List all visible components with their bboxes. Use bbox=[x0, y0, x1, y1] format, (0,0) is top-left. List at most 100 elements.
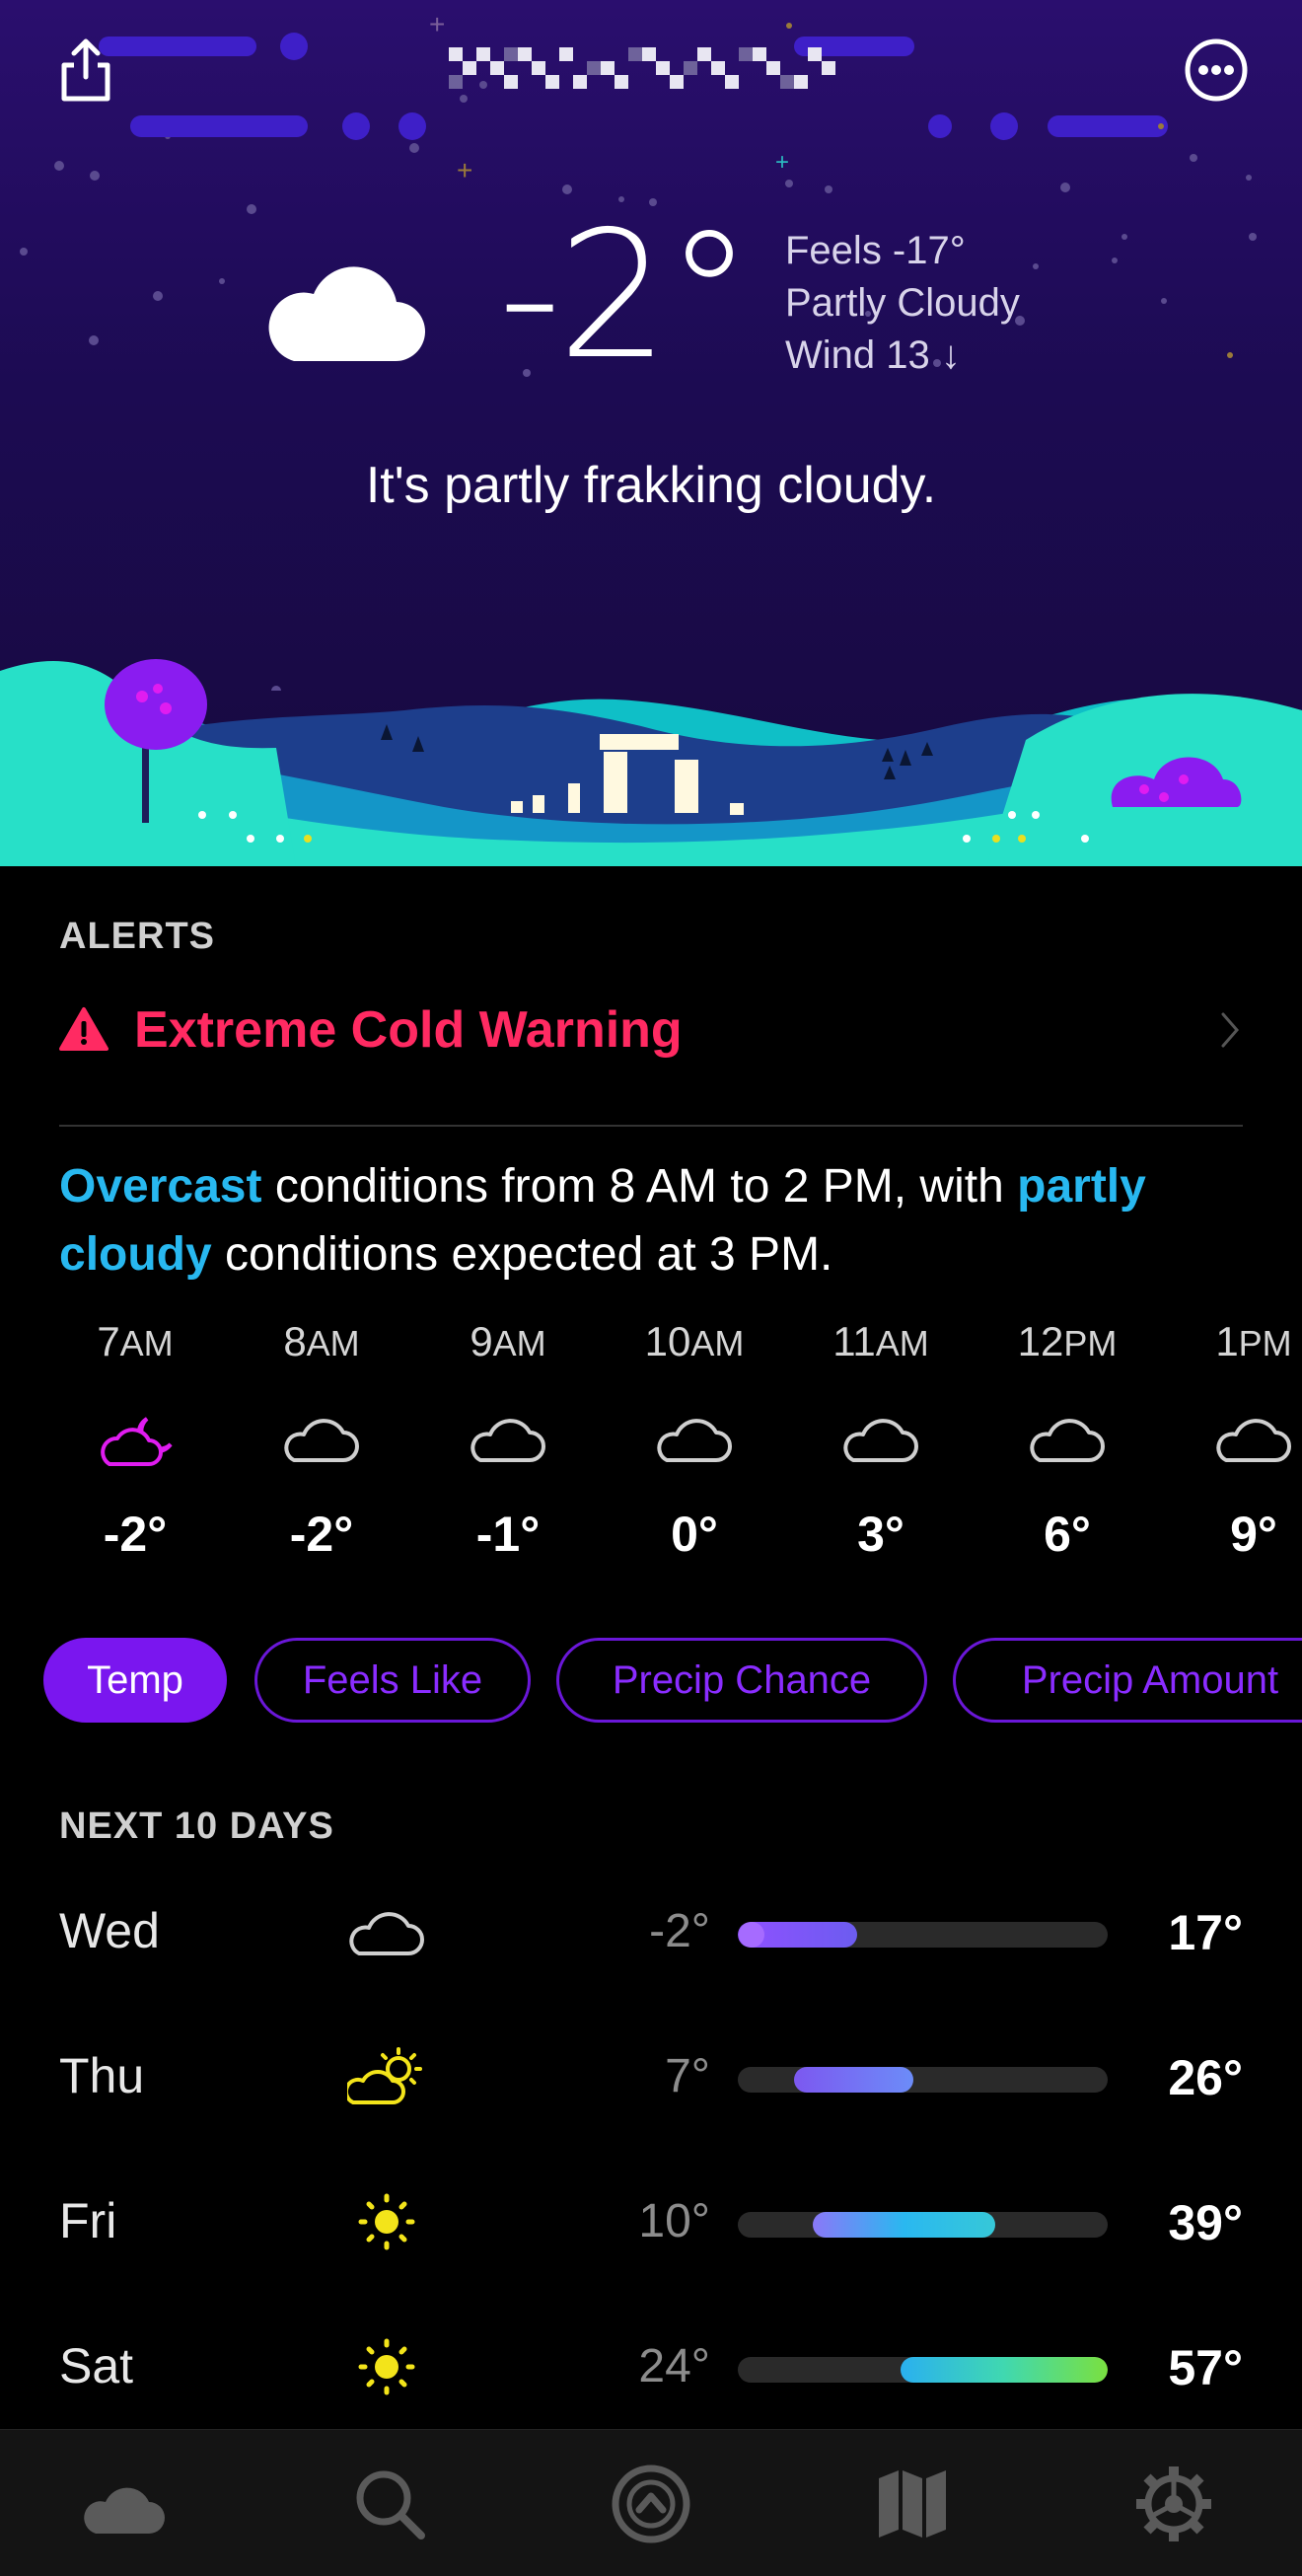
hour-column: 9AM -1° bbox=[434, 1312, 582, 1563]
alerts-title: ALERTS bbox=[59, 916, 215, 957]
alert-extreme-cold-warning[interactable]: Extreme Cold Warning bbox=[59, 994, 1243, 1066]
sun-icon bbox=[358, 2193, 415, 2250]
ellipsis-circle-icon bbox=[1185, 38, 1248, 102]
landscape-illustration bbox=[0, 659, 1302, 866]
day-low-temp: -2° bbox=[649, 1905, 710, 1957]
summary-text-2: conditions expected at 3 PM. bbox=[211, 1228, 833, 1281]
cloud-icon bbox=[657, 1419, 732, 1462]
graph-type-selector: Temp Feels Like Precip Chance Precip Amo… bbox=[43, 1638, 1302, 1729]
hour-temp: -2° bbox=[289, 1507, 354, 1562]
hour-label: 10AM bbox=[644, 1318, 745, 1364]
svg-text:+: + bbox=[775, 149, 789, 176]
gear-icon bbox=[1136, 2466, 1211, 2541]
search-icon bbox=[356, 2470, 425, 2539]
day-row[interactable]: Thu 7° 26° bbox=[0, 2027, 1302, 2126]
cloud-icon bbox=[349, 1912, 424, 1955]
current-details: Feels -17° Partly Cloudy Wind 13 ↓ bbox=[785, 225, 1020, 382]
share-icon bbox=[61, 38, 110, 102]
day-high-temp: 26° bbox=[1168, 2050, 1243, 2105]
day-high-temp: 57° bbox=[1168, 2340, 1243, 2395]
day-name: Wed bbox=[59, 1903, 160, 1958]
svg-text:+: + bbox=[457, 155, 472, 185]
day-high-temp: 39° bbox=[1168, 2195, 1243, 2250]
cloud-icon bbox=[1216, 1419, 1291, 1462]
hour-temp: -1° bbox=[475, 1507, 541, 1562]
hour-label: 1PM bbox=[1215, 1318, 1292, 1364]
hour-label: 9AM bbox=[470, 1318, 546, 1364]
temp-range-bar bbox=[738, 2212, 1108, 2238]
weather-tagline: It's partly frakking cloudy. bbox=[365, 457, 937, 514]
location-name-obscured[interactable] bbox=[449, 39, 853, 101]
current-temp-marker bbox=[739, 1922, 764, 1948]
weather-hero: + + + -2° Feels -17° Partly Cloudy Wind … bbox=[0, 0, 1302, 866]
hour-temp: 0° bbox=[671, 1507, 718, 1562]
feels-like-text: Feels -17° bbox=[785, 229, 966, 272]
day-row[interactable]: Fri 10° 39° bbox=[0, 2172, 1302, 2271]
cloud-moon-icon bbox=[84, 2470, 179, 2534]
tab-temp[interactable]: Temp bbox=[43, 1638, 227, 1723]
temp-range-fill bbox=[901, 2357, 1108, 2383]
hour-column: 8AM -2° bbox=[248, 1312, 396, 1563]
hour-label: 11AM bbox=[832, 1318, 929, 1364]
day-low-temp: 10° bbox=[638, 2195, 710, 2247]
hour-column: 11AM 3° bbox=[807, 1312, 955, 1563]
tab-settings[interactable] bbox=[1120, 2460, 1228, 2548]
hour-temp: 9° bbox=[1230, 1507, 1277, 1562]
chevron-right-icon bbox=[1221, 1012, 1239, 1048]
map-icon bbox=[879, 2470, 946, 2538]
hour-column: 12PM 6° bbox=[993, 1312, 1141, 1563]
tab-precip-amount[interactable]: Precip Amount bbox=[953, 1638, 1302, 1723]
day-high-temp: 17° bbox=[1168, 1905, 1243, 1960]
day-name: Sat bbox=[59, 2338, 134, 2393]
hour-column: 1PM 9° bbox=[1180, 1312, 1302, 1563]
temp-range-fill bbox=[794, 2067, 913, 2093]
wind-text: Wind 13 ↓ bbox=[785, 333, 961, 377]
hour-temp: 6° bbox=[1044, 1507, 1091, 1562]
daily-forecast-title: NEXT 10 DAYS bbox=[59, 1805, 334, 1847]
cloud-icon bbox=[843, 1419, 918, 1462]
bottom-tab-bar bbox=[0, 2429, 1302, 2576]
cloud-icon bbox=[470, 1419, 545, 1462]
partly-cloudy-night-icon bbox=[101, 1417, 173, 1466]
condition-text: Partly Cloudy bbox=[785, 281, 1020, 325]
day-name: Thu bbox=[59, 2048, 145, 2103]
time-machine-icon bbox=[612, 2465, 690, 2543]
hour-label: 12PM bbox=[1017, 1318, 1118, 1364]
tab-feels-like[interactable]: Feels Like bbox=[254, 1638, 531, 1723]
tab-maps[interactable] bbox=[858, 2460, 967, 2548]
day-name: Fri bbox=[59, 2193, 117, 2248]
hour-label: 8AM bbox=[283, 1318, 360, 1364]
tab-precip-chance[interactable]: Precip Chance bbox=[556, 1638, 927, 1723]
more-options-button[interactable] bbox=[1182, 36, 1251, 105]
share-button[interactable] bbox=[51, 36, 120, 105]
temp-range-bar bbox=[738, 2357, 1108, 2383]
tab-search[interactable] bbox=[335, 2460, 444, 2548]
svg-text:+: + bbox=[429, 9, 445, 39]
warning-triangle-icon bbox=[59, 1007, 108, 1051]
day-low-temp: 7° bbox=[665, 2050, 710, 2102]
summary-highlight-overcast: Overcast bbox=[59, 1160, 262, 1213]
forecast-summary: Overcast conditions from 8 AM to 2 PM, w… bbox=[59, 1152, 1263, 1288]
hour-temp: 3° bbox=[857, 1507, 904, 1562]
temp-range-bar bbox=[738, 2067, 1108, 2093]
day-row[interactable]: Wed -2° 17° bbox=[0, 1882, 1302, 1981]
day-row[interactable]: Sat 24° 57° bbox=[0, 2318, 1302, 2416]
partly-cloudy-night-icon bbox=[268, 247, 442, 362]
cloud-icon bbox=[284, 1419, 359, 1462]
hour-column: 10AM 0° bbox=[620, 1312, 768, 1563]
tab-time-machine[interactable] bbox=[597, 2460, 705, 2548]
summary-text-1: conditions from 8 AM to 2 PM, with bbox=[261, 1160, 1018, 1213]
temp-range-fill bbox=[813, 2212, 995, 2238]
sun-icon bbox=[358, 2338, 415, 2395]
hour-label: 7AM bbox=[97, 1318, 174, 1364]
current-temperature: -2° bbox=[498, 193, 753, 398]
alert-label: Extreme Cold Warning bbox=[134, 1001, 683, 1059]
section-divider bbox=[59, 1125, 1243, 1127]
partly-sunny-icon bbox=[347, 2047, 422, 2104]
tab-weather[interactable] bbox=[79, 2460, 187, 2548]
cloud-icon bbox=[1030, 1419, 1105, 1462]
hour-temp: -2° bbox=[103, 1507, 168, 1562]
hourly-forecast[interactable]: 7AM -2° 8AM -2° 9AM -1° 10AM 0° 11AM 3° … bbox=[0, 1312, 1302, 1608]
day-low-temp: 24° bbox=[638, 2340, 710, 2392]
hour-column: 7AM -2° bbox=[61, 1312, 209, 1563]
